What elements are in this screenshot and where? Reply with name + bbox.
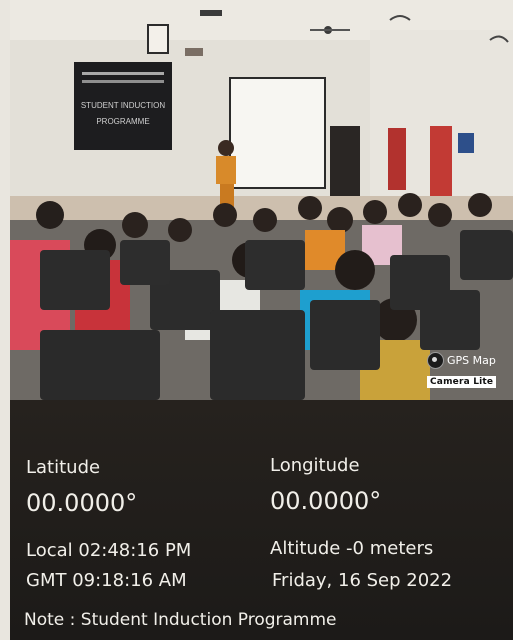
watermark-top: GPS Map	[427, 352, 509, 369]
altitude: Altitude -0 meters	[270, 538, 434, 559]
board-line-2: PROGRAMME	[96, 117, 149, 126]
ceiling-fan	[200, 10, 222, 16]
local-time: Local 02:48:16 PM	[26, 540, 192, 561]
longitude-label: Longitude	[270, 455, 360, 476]
location-info-panel: Latitude 00.0000° Longitude 00.0000° Loc…	[10, 400, 513, 640]
projector-screen	[229, 77, 326, 189]
latitude-label: Latitude	[26, 457, 101, 478]
blackboard-banner: STUDENT INDUCTION PROGRAMME	[74, 62, 172, 150]
wall-frame	[147, 24, 169, 54]
gmt-time: GMT 09:18:16 AM	[26, 570, 187, 591]
longitude-value: 00.0000°	[270, 487, 382, 515]
door	[330, 126, 360, 200]
gps-watermark: GPS Map Camera Lite	[427, 352, 509, 388]
classroom-photo: STUDENT INDUCTION PROGRAMME GPS Map Came…	[10, 0, 513, 400]
photo-scene: STUDENT INDUCTION PROGRAMME	[10, 0, 513, 400]
latitude-value: 00.0000°	[26, 489, 138, 517]
watermark-app-name: GPS Map	[447, 354, 496, 367]
note-text: Note : Student Induction Programme	[24, 610, 337, 630]
board-line-1: STUDENT INDUCTION	[81, 101, 166, 110]
camera-lens-icon	[427, 352, 444, 369]
watermark-badge: Camera Lite	[427, 376, 497, 388]
capture-date: Friday, 16 Sep 2022	[272, 570, 453, 591]
